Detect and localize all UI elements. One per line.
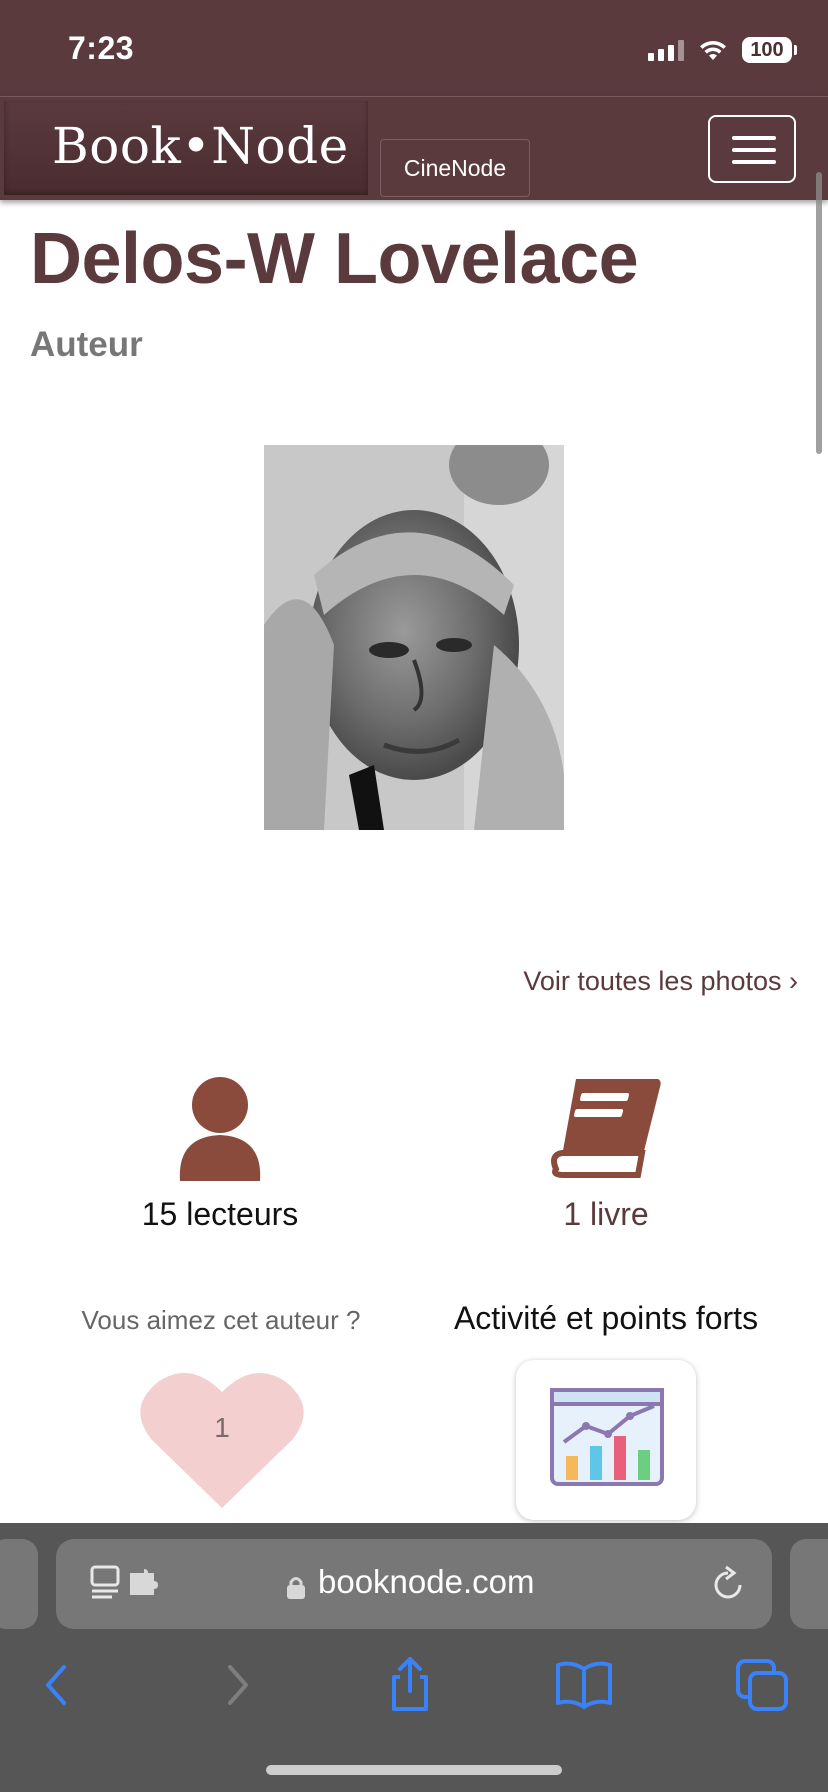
like-count: 1 xyxy=(214,1412,230,1443)
reload-icon[interactable] xyxy=(710,1565,746,1603)
battery-icon: 100 xyxy=(742,37,797,63)
status-bar: 7:23 100 xyxy=(0,0,828,96)
user-icon xyxy=(179,1072,261,1181)
home-indicator[interactable] xyxy=(266,1765,562,1775)
books-count: 1 livre xyxy=(563,1196,649,1232)
tabs-icon[interactable] xyxy=(730,1653,794,1717)
brand-logo[interactable]: Book•Node xyxy=(4,101,368,195)
author-name: Delos-W Lovelace xyxy=(30,219,639,299)
forward-icon[interactable] xyxy=(204,1653,268,1717)
author-role: Auteur xyxy=(30,325,143,364)
brand-text: Book•Node xyxy=(52,117,349,175)
books-stat[interactable]: 1 livre xyxy=(496,1075,716,1233)
hamburger-menu-button[interactable] xyxy=(708,115,796,183)
readers-stat[interactable]: 15 lecteurs xyxy=(110,1072,330,1233)
like-author-prompt: Vous aimez cet auteur ? xyxy=(81,1305,361,1335)
bookmarks-icon[interactable] xyxy=(552,1653,616,1717)
next-tab-preview[interactable] xyxy=(790,1539,828,1629)
address-bar[interactable]: booknode.com xyxy=(56,1539,772,1629)
url-text: booknode.com xyxy=(318,1563,535,1600)
browser-bottom-bar: booknode.com xyxy=(0,1523,828,1792)
share-icon[interactable] xyxy=(378,1653,442,1717)
page-menu-icon[interactable] xyxy=(90,1563,170,1603)
cinenode-tab[interactable]: CineNode xyxy=(380,139,530,197)
author-photo[interactable] xyxy=(264,445,564,830)
activity-title: Activité et points forts xyxy=(453,1300,759,1336)
author-photo-image xyxy=(264,445,564,830)
page-scrollbar[interactable] xyxy=(816,172,822,454)
site-navbar: Book•Node CineNode xyxy=(0,96,828,200)
see-all-photos-link[interactable]: Voir toutes les photos › xyxy=(523,966,798,997)
previous-tab-preview[interactable] xyxy=(0,1539,38,1629)
status-time: 7:23 xyxy=(68,30,135,66)
wifi-icon xyxy=(700,40,726,60)
readers-count: 15 lecteurs xyxy=(141,1196,299,1232)
chart-icon xyxy=(550,1388,664,1486)
lock-icon xyxy=(287,1577,305,1599)
book-icon xyxy=(551,1079,661,1178)
cellular-signal-icon xyxy=(648,39,684,61)
status-indicators: 100 xyxy=(648,34,797,66)
activity-chart-button[interactable] xyxy=(516,1360,696,1520)
back-icon[interactable] xyxy=(26,1653,90,1717)
